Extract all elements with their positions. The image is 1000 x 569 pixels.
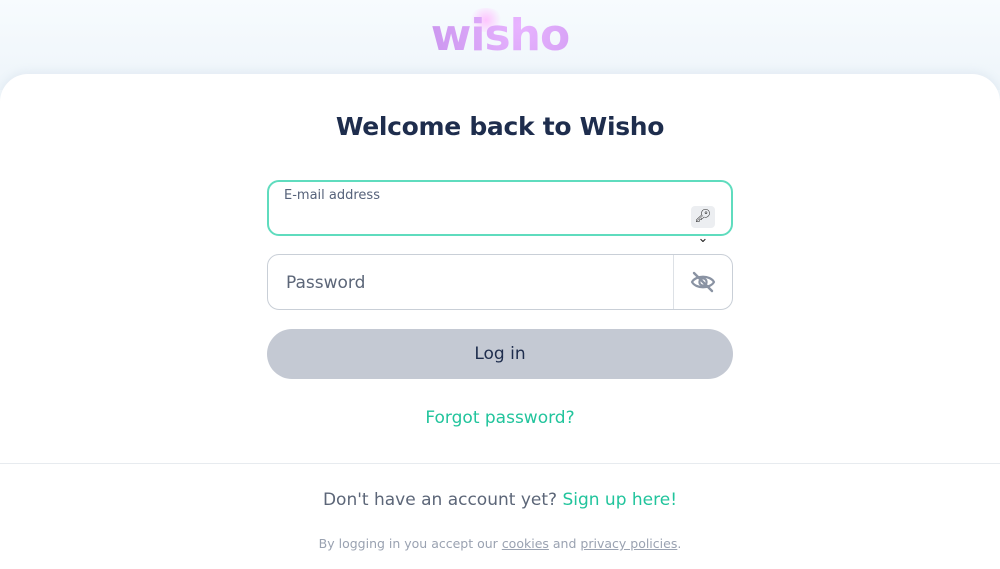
legal-notice: By logging in you accept our cookies and… bbox=[0, 536, 1000, 551]
page-title: Welcome back to Wisho bbox=[335, 112, 665, 141]
legal-and: and bbox=[552, 536, 577, 551]
email-label: E-mail address bbox=[284, 188, 380, 203]
login-button[interactable]: Log in bbox=[267, 329, 733, 379]
eye-slash-icon bbox=[690, 271, 716, 293]
password-input[interactable] bbox=[284, 269, 668, 297]
cookies-link[interactable]: cookies bbox=[502, 536, 549, 551]
signup-link[interactable]: Sign up here! bbox=[562, 490, 677, 510]
no-account-text: Don't have an account yet? bbox=[322, 490, 558, 510]
forgot-password-link[interactable]: Forgot password? bbox=[425, 408, 574, 428]
show-password-button[interactable] bbox=[674, 255, 732, 309]
section-divider bbox=[0, 463, 1000, 464]
login-card: Welcome back to Wisho E-mail address 🔑︎⌄… bbox=[0, 74, 1000, 569]
login-page: wisho Welcome back to Wisho E-mail addre… bbox=[0, 0, 1000, 569]
privacy-policies-link[interactable]: privacy policies bbox=[580, 536, 677, 551]
legal-suffix: . bbox=[677, 536, 682, 551]
key-icon[interactable]: 🔑︎⌄ bbox=[691, 206, 715, 246]
forgot-password-row: Forgot password? bbox=[0, 408, 1000, 428]
email-input[interactable] bbox=[284, 208, 688, 232]
password-field[interactable] bbox=[267, 254, 733, 310]
email-field[interactable]: E-mail address 🔑︎⌄ bbox=[267, 180, 733, 246]
signup-row: Don't have an account yet? Sign up here! bbox=[0, 490, 1000, 510]
wisho-logo[interactable]: wisho bbox=[0, 8, 1000, 64]
legal-prefix: By logging in you accept our bbox=[318, 536, 498, 551]
